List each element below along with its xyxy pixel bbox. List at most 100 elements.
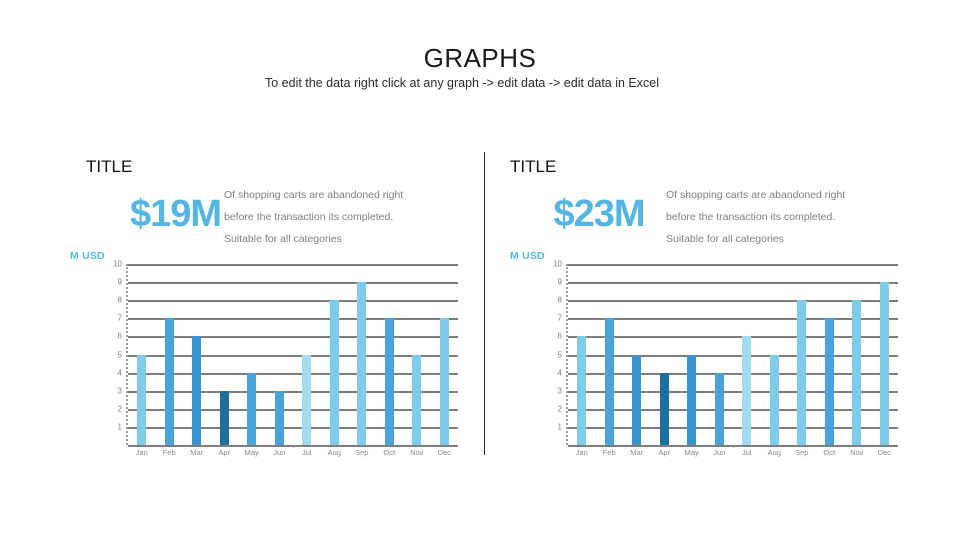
y-axis-tick-label: 3 (117, 386, 122, 396)
y-axis-tick-label: 3 (557, 386, 562, 396)
bar-slot (238, 264, 266, 445)
bar-slot (788, 264, 816, 445)
x-axis-tick-label: Jan (568, 445, 734, 457)
panel-title: TITLE (510, 157, 557, 176)
chart-unit-label: M USD (510, 250, 545, 262)
y-axis-tick-label: 8 (557, 295, 562, 305)
bar[interactable] (219, 390, 229, 445)
bar[interactable] (302, 354, 312, 445)
x-axis-tick-label: Sep (733, 445, 816, 457)
y-axis-tick-label: 7 (557, 313, 562, 323)
x-axis-tick-label: Nov (733, 445, 871, 457)
x-axis-tick-label: Dec (733, 445, 899, 457)
bar-slot (156, 264, 184, 445)
bar-series (568, 264, 898, 445)
bar[interactable] (632, 354, 642, 445)
y-axis-tick-label: 1 (117, 422, 122, 432)
bar[interactable] (714, 372, 724, 445)
x-axis-tick-label: Mar (183, 445, 294, 457)
panel-right: TITLE $23M Of shopping carts are abandon… (506, 150, 926, 470)
bar-chart: 10 9 8 7 6 5 4 3 2 1 Jan Feb Mar Apr May Jun Jul Aug Sep O… (88, 260, 458, 469)
bar[interactable] (164, 318, 174, 445)
panel-description: Of shopping carts are abandoned right be… (666, 184, 894, 250)
bar[interactable] (247, 372, 257, 445)
bar-slot (843, 264, 871, 445)
bar-slot (816, 264, 844, 445)
x-axis-tick-label: Jun (266, 445, 294, 457)
x-axis: Jan Feb Mar Apr May Jun Jul Aug Sep Oct Nov Dec (128, 445, 458, 457)
x-axis-tick-label: May (238, 445, 294, 457)
bar[interactable] (742, 336, 752, 445)
y-axis-tick-label: 4 (557, 368, 562, 378)
chart-unit-label: M USD (70, 250, 105, 262)
bar[interactable] (852, 300, 862, 445)
bar-slot (266, 264, 294, 445)
bar-series (128, 264, 458, 445)
bar[interactable] (384, 318, 394, 445)
y-axis-tick-label: 4 (117, 368, 122, 378)
bar-slot (293, 264, 321, 445)
y-axis-tick-label: 2 (557, 404, 562, 414)
description-line-1: Of shopping carts are abandoned right (666, 189, 846, 201)
bar-slot (761, 264, 789, 445)
description-line-3: Suitable for all categories (666, 233, 784, 245)
bar[interactable] (357, 282, 367, 445)
bar-slot (321, 264, 349, 445)
bar-slot (348, 264, 376, 445)
bar[interactable] (659, 372, 669, 445)
bar-slot (403, 264, 431, 445)
bar-slot (183, 264, 211, 445)
bar[interactable] (329, 300, 339, 445)
bar-slot (706, 264, 734, 445)
y-axis-tick-label: 6 (557, 331, 562, 341)
bar-slot (678, 264, 706, 445)
x-axis-tick-label: Feb (156, 445, 294, 457)
bar[interactable] (879, 282, 889, 445)
description-line-3: Suitable for all categories (224, 233, 342, 245)
x-axis-tick-label: Jun (706, 445, 734, 457)
x-axis-tick-label: Nov (293, 445, 431, 457)
x-axis-tick-label: Feb (596, 445, 734, 457)
bar[interactable] (439, 318, 449, 445)
bar-slot (651, 264, 679, 445)
y-axis-tick-label: 1 (557, 422, 562, 432)
x-axis-tickmark (293, 445, 294, 448)
y-axis-tick-label: 6 (117, 331, 122, 341)
y-axis-tick-label: 9 (557, 277, 562, 287)
kpi-value: $23M (553, 193, 645, 235)
x-axis-tick-label: Jan (128, 445, 294, 457)
bar-slot (128, 264, 156, 445)
page-subtitle: To edit the data right click at any grap… (265, 76, 659, 90)
bar[interactable] (824, 318, 834, 445)
plot-area: 10 9 8 7 6 5 4 3 2 1 (553, 260, 898, 447)
bar-slot (596, 264, 624, 445)
bar-slot (568, 264, 596, 445)
y-axis-tick-label: 8 (117, 295, 122, 305)
bar[interactable] (687, 354, 697, 445)
y-axis-tick-label: 5 (557, 350, 562, 359)
y-axis-tick-label: 7 (117, 313, 122, 323)
description-line-1: Of shopping carts are abandoned right (224, 189, 404, 201)
x-axis-tickmark (733, 445, 734, 448)
panel-title: TITLE (86, 157, 133, 176)
bar-slot (623, 264, 651, 445)
bar[interactable] (192, 336, 202, 445)
y-axis-tick-label: 10 (553, 259, 562, 269)
bar-slot (733, 264, 761, 445)
x-axis-tick-label: Sep (293, 445, 376, 457)
bar[interactable] (604, 318, 614, 445)
bar[interactable] (577, 336, 587, 445)
bar-slot (211, 264, 239, 445)
bar[interactable] (412, 354, 422, 445)
bar[interactable] (769, 354, 779, 445)
x-axis-tick-label: Jul (293, 445, 321, 457)
bar[interactable] (274, 390, 284, 445)
bar[interactable] (137, 354, 147, 445)
y-axis-tick-label: 2 (117, 404, 122, 414)
y-axis-tick-label: 5 (117, 350, 122, 359)
bar-slot (431, 264, 459, 445)
bar[interactable] (797, 300, 807, 445)
panel-left: TITLE $19M Of shopping carts are abandon… (66, 150, 486, 470)
x-axis-tick-label: Oct (733, 445, 844, 457)
bar-slot (871, 264, 899, 445)
